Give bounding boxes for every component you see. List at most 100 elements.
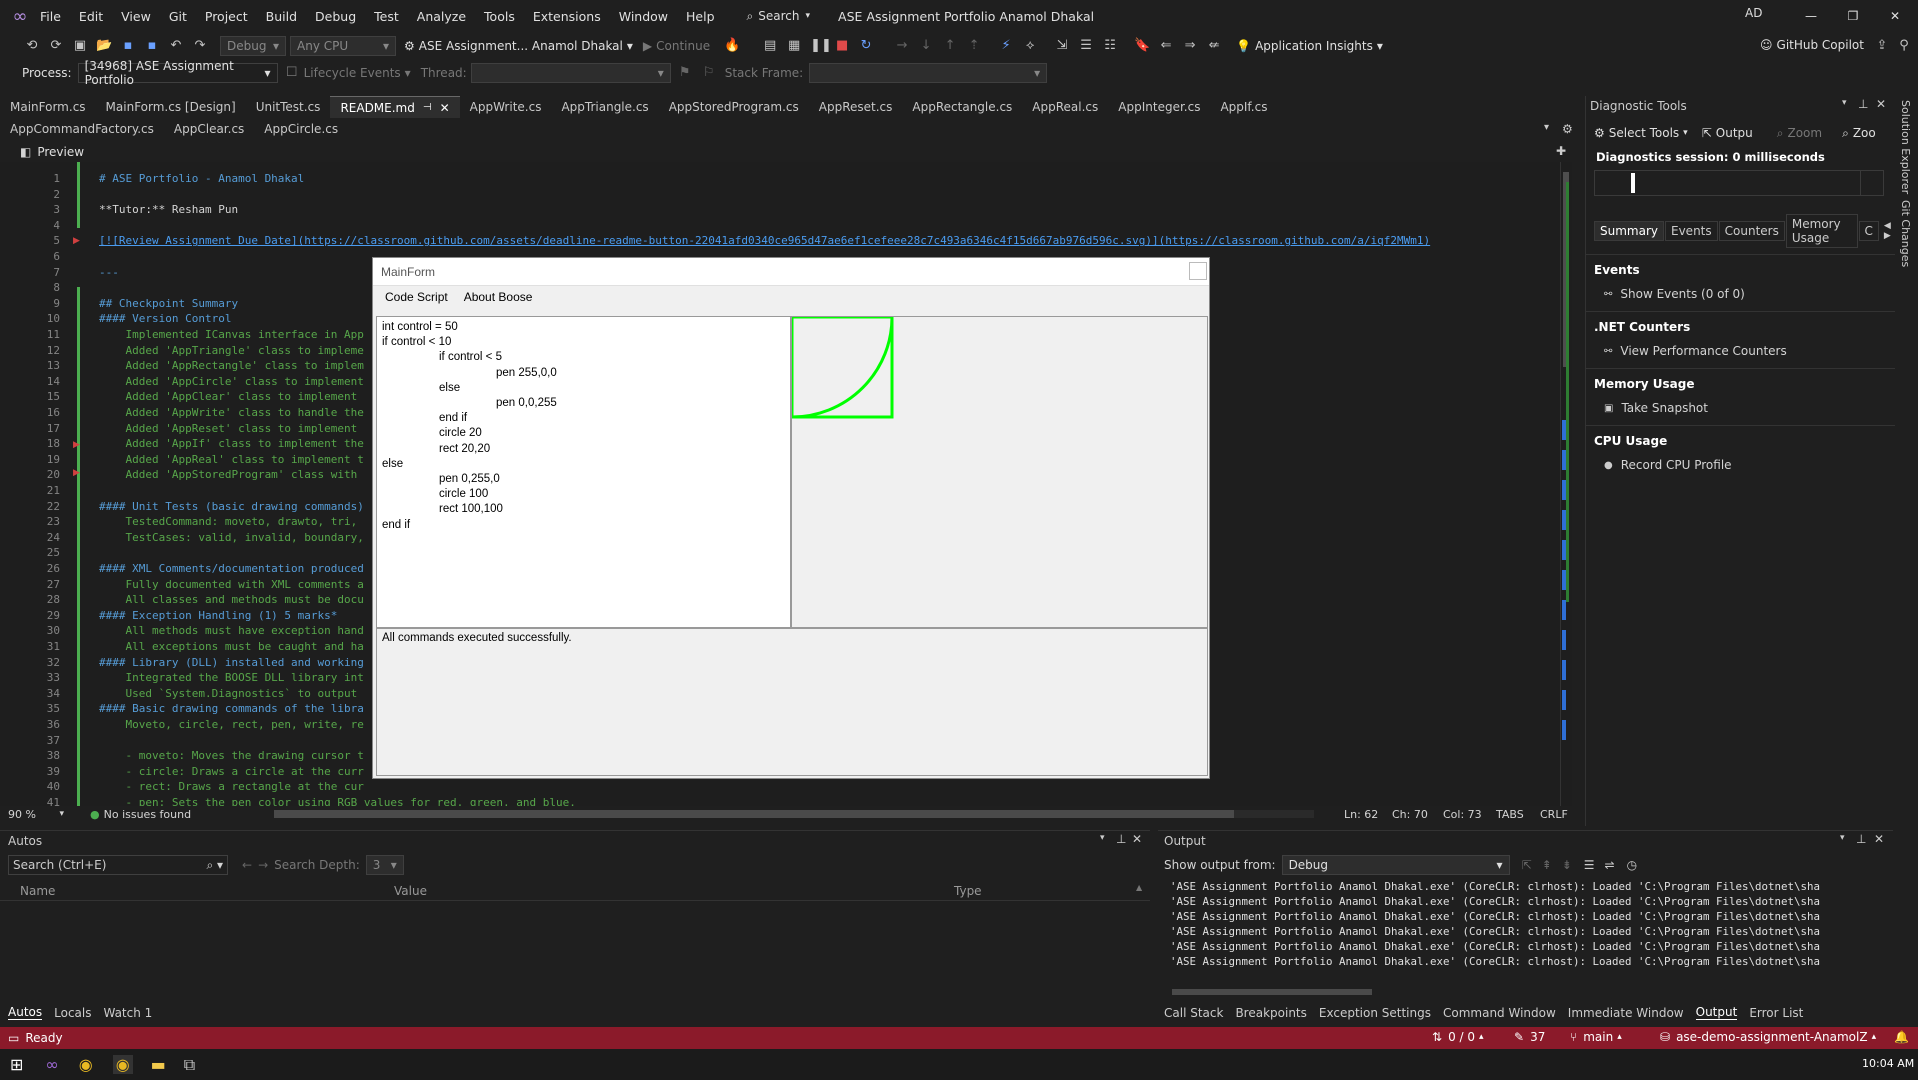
step-out-icon[interactable]: ↑ bbox=[942, 38, 958, 54]
code-line[interactable]: ## Checkpoint Summary bbox=[99, 297, 238, 310]
tab-appcommandfactory-cs[interactable]: AppCommandFactory.cs bbox=[0, 118, 164, 140]
diag-tab-memory-usage[interactable]: Memory Usage bbox=[1785, 214, 1858, 248]
tab-appclear-cs[interactable]: AppClear.cs bbox=[164, 118, 254, 140]
code-line[interactable]: Added 'AppReset' class to implement bbox=[99, 422, 357, 435]
diag-tab-summary[interactable]: Summary bbox=[1594, 221, 1664, 241]
tab-mainform-cs[interactable]: MainForm.cs bbox=[0, 96, 96, 118]
column-header-value[interactable]: Value bbox=[394, 884, 954, 898]
tab-unittest-cs[interactable]: UnitTest.cs bbox=[246, 96, 331, 118]
tab-autos[interactable]: Autos bbox=[8, 1005, 43, 1020]
code-line[interactable]: # ASE Portfolio - Anamol Dhakal bbox=[99, 172, 304, 185]
file-explorer-taskbar-icon[interactable]: ▬ bbox=[151, 1055, 166, 1074]
tab-call-stack[interactable]: Call Stack bbox=[1164, 1006, 1223, 1020]
menu-item-file[interactable]: File bbox=[40, 9, 61, 24]
close-icon[interactable]: ✕ bbox=[1874, 832, 1884, 846]
clock[interactable]: 10:04 AM bbox=[1862, 1057, 1914, 1070]
step-icon[interactable]: ⇲ bbox=[1054, 38, 1070, 54]
diagnostic-icon[interactable]: ⚡ bbox=[998, 38, 1014, 54]
code-line[interactable]: All methods must have exception hand bbox=[99, 624, 363, 637]
line-ending-indicator[interactable]: CRLF bbox=[1540, 808, 1568, 821]
bookmark-next-icon[interactable]: ⇒ bbox=[1182, 38, 1198, 54]
bookmark-prev-icon[interactable]: ⇐ bbox=[1158, 38, 1174, 54]
select-tools-button[interactable]: ⚙ Select Tools ▾ bbox=[1594, 126, 1688, 140]
github-copilot-button[interactable]: ☺ GitHub Copilot bbox=[1760, 38, 1864, 52]
browser-link-icon[interactable]: ▦ bbox=[786, 38, 802, 54]
branch-selector[interactable]: ⑂ main ▴ bbox=[1570, 1030, 1622, 1044]
search-depth-dropdown[interactable]: 3 ▾ bbox=[365, 855, 404, 875]
notifications-icon[interactable]: 🔔 bbox=[1894, 1030, 1909, 1044]
char-indicator[interactable]: Ch: 70 bbox=[1392, 808, 1428, 821]
zoom-out-button[interactable]: ⌕ Zoo bbox=[1842, 126, 1876, 141]
menu-item-extensions[interactable]: Extensions bbox=[533, 9, 601, 24]
mainform-menu-about-boose[interactable]: About Boose bbox=[456, 290, 541, 304]
code-line[interactable]: #### Version Control bbox=[99, 312, 231, 325]
menu-item-help[interactable]: Help bbox=[686, 9, 715, 24]
tab-apprectangle-cs[interactable]: AppRectangle.cs bbox=[902, 96, 1022, 118]
output-horizontal-scrollbar[interactable] bbox=[1164, 989, 1874, 997]
timeline-track[interactable] bbox=[1594, 170, 1884, 196]
autos-vertical-scrollbar[interactable]: ▲ bbox=[1136, 879, 1146, 999]
menu-item-build[interactable]: Build bbox=[266, 9, 297, 24]
next-message-icon[interactable]: ⇟ bbox=[1562, 858, 1572, 872]
application-insights-button[interactable]: 💡 Application Insights ▾ bbox=[1236, 39, 1383, 53]
code-line[interactable]: - pen: Sets the pen color using RGB valu… bbox=[99, 796, 575, 806]
restore-button[interactable]: ❐ bbox=[1832, 9, 1874, 23]
code-line[interactable]: Added 'AppClear' class to implement bbox=[99, 390, 357, 403]
preview-button[interactable]: ◧ Preview bbox=[20, 145, 84, 159]
tab-appcircle-cs[interactable]: AppCircle.cs bbox=[254, 118, 348, 140]
issues-indicator[interactable]: ● No issues found bbox=[90, 808, 191, 821]
tab-watch-1[interactable]: Watch 1 bbox=[103, 1006, 152, 1020]
output-source-dropdown[interactable]: Debug ▾ bbox=[1281, 855, 1510, 875]
code-line[interactable]: #### XML Comments/documentation produced bbox=[99, 562, 364, 575]
comment-icon[interactable]: ☰ bbox=[1078, 38, 1094, 54]
stop-icon[interactable]: ■ bbox=[834, 38, 850, 54]
section-action[interactable]: ▣ Take Snapshot bbox=[1586, 391, 1895, 419]
code-line[interactable]: --- bbox=[99, 266, 119, 279]
settings-gear-icon[interactable]: ⚙ bbox=[1562, 122, 1573, 136]
platform-dropdown[interactable]: Any CPU ▾ bbox=[290, 36, 396, 56]
code-line[interactable]: #### Basic drawing commands of the libra bbox=[99, 702, 364, 715]
tab-readme-md[interactable]: README.md ⊣ ✕ bbox=[330, 96, 460, 118]
lifecycle-events-dropdown[interactable]: Lifecycle Events ▾ bbox=[304, 66, 411, 80]
code-line[interactable]: [![Review Assignment Due Date](https://c… bbox=[99, 234, 1430, 247]
mainform-close-button[interactable] bbox=[1189, 262, 1207, 280]
clock-icon[interactable]: ◷ bbox=[1627, 858, 1637, 872]
tab-error-list[interactable]: Error List bbox=[1749, 1006, 1803, 1020]
pause-icon[interactable]: ❚❚ bbox=[810, 38, 832, 54]
code-line[interactable]: All classes and methods must be docu bbox=[99, 593, 363, 606]
menu-item-tools[interactable]: Tools bbox=[484, 9, 515, 24]
open-folder-icon[interactable]: 📂 bbox=[96, 38, 112, 54]
layout-icon[interactable]: ▤ bbox=[762, 38, 778, 54]
menu-item-debug[interactable]: Debug bbox=[315, 9, 356, 24]
code-line[interactable]: Added 'AppCircle' class to implement bbox=[99, 375, 363, 388]
code-line[interactable]: Used `System.Diagnostics` to output bbox=[99, 687, 357, 700]
diag-tab-counters[interactable]: Counters bbox=[1718, 221, 1785, 241]
user-avatar[interactable]: AD bbox=[1745, 6, 1767, 26]
tab-apptriangle-cs[interactable]: AppTriangle.cs bbox=[551, 96, 658, 118]
diag-tab-c[interactable]: C bbox=[1858, 221, 1879, 241]
forward-icon[interactable]: → bbox=[258, 858, 268, 872]
prev-message-icon[interactable]: ⇞ bbox=[1542, 858, 1552, 872]
minimize-button[interactable]: — bbox=[1790, 9, 1832, 23]
code-line[interactable]: All exceptions must be caught and ha bbox=[99, 640, 363, 653]
col-indicator[interactable]: Col: 73 bbox=[1443, 808, 1482, 821]
pin-icon[interactable]: ⊥ bbox=[1856, 832, 1866, 846]
code-line[interactable]: Added 'AppWrite' class to handle the bbox=[99, 406, 363, 419]
filter-icon[interactable]: ⚐ bbox=[701, 65, 717, 81]
search-box[interactable]: ⌕ Search ▾ bbox=[739, 7, 819, 26]
visual-studio-taskbar-icon[interactable]: ∞ bbox=[45, 1055, 58, 1074]
output-text[interactable]: 'ASE Assignment Portfolio Anamol Dhakal.… bbox=[1158, 879, 1873, 969]
column-header-type[interactable]: Type bbox=[954, 884, 982, 898]
code-line[interactable]: **Tutor:** Resham Pun bbox=[99, 203, 238, 216]
git-changes-tab[interactable]: Git Changes bbox=[1899, 200, 1912, 267]
tab-overflow-icon[interactable]: ▾ bbox=[1544, 122, 1549, 133]
split-icon[interactable]: ✚ bbox=[1556, 144, 1566, 158]
tab-appreset-cs[interactable]: AppReset.cs bbox=[809, 96, 903, 118]
code-line[interactable]: #### Exception Handling (1) 5 marks* bbox=[99, 609, 337, 622]
tab-command-window[interactable]: Command Window bbox=[1443, 1006, 1556, 1020]
panel-menu-icon[interactable]: ▾ bbox=[1100, 833, 1105, 843]
chrome-profile-taskbar-icon[interactable]: ◉ bbox=[112, 1055, 133, 1074]
close-button[interactable]: ✕ bbox=[1874, 9, 1916, 23]
menu-item-analyze[interactable]: Analyze bbox=[417, 9, 466, 24]
code-line[interactable]: Added 'AppStoredProgram' class with bbox=[99, 468, 357, 481]
